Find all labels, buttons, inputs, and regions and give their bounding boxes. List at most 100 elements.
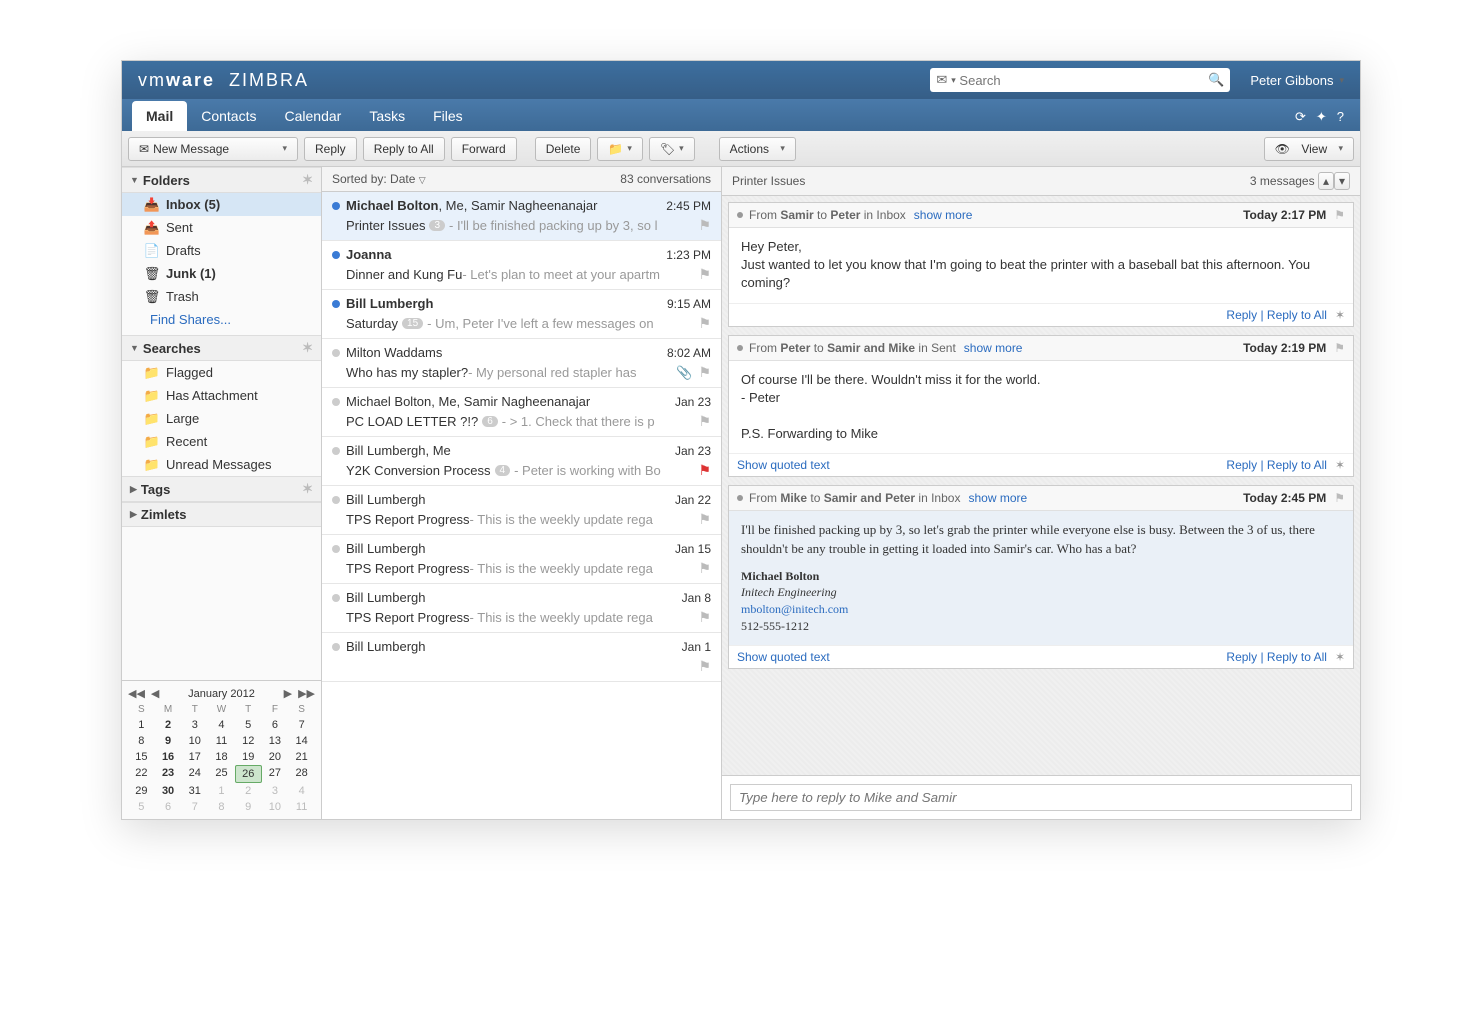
tab-contacts[interactable]: Contacts xyxy=(187,101,270,131)
saved-search-unread-messages[interactable]: 📁Unread Messages xyxy=(122,453,321,476)
flag-icon[interactable]: ⚑ xyxy=(1334,208,1345,222)
conversation-item[interactable]: Milton Waddams8:02 AMWho has my stapler?… xyxy=(322,339,721,388)
calendar-day[interactable]: 22 xyxy=(128,765,155,783)
show-quoted-link[interactable]: Show quoted text xyxy=(737,650,830,664)
calendar-day[interactable]: 17 xyxy=(181,749,208,765)
flag-icon[interactable]: ⚑ xyxy=(1334,341,1345,355)
quick-reply-input[interactable] xyxy=(730,784,1352,811)
reply-all-link[interactable]: Reply to All xyxy=(1267,650,1327,664)
user-menu[interactable]: Peter Gibbons ▾ xyxy=(1250,73,1344,88)
calendar-day[interactable]: 16 xyxy=(155,749,182,765)
calendar-day[interactable]: 7 xyxy=(181,799,208,815)
message-header[interactable]: From Peter to Samir and Mike in Sentshow… xyxy=(729,336,1353,361)
saved-search-large[interactable]: 📁Large xyxy=(122,407,321,430)
flag-icon[interactable]: ⚑ xyxy=(698,217,711,234)
tag-button[interactable]: 🏷▾ xyxy=(649,137,695,161)
flag-icon[interactable]: ⚑ xyxy=(698,315,711,332)
flag-icon[interactable]: ⚑ xyxy=(698,511,711,528)
calendar-day[interactable]: 8 xyxy=(208,799,235,815)
gear-icon[interactable]: ✶ xyxy=(302,481,313,497)
calendar-day[interactable]: 7 xyxy=(288,717,315,733)
search-input[interactable] xyxy=(959,73,1208,88)
conversation-item[interactable]: Bill LumberghJan 8TPS Report Progress - … xyxy=(322,584,721,633)
calendar-day[interactable]: 31 xyxy=(181,783,208,799)
message-header[interactable]: From Samir to Peter in Inboxshow moreTod… xyxy=(729,203,1353,228)
new-message-button[interactable]: ✉ New Message ▾ xyxy=(128,137,298,161)
calendar-day[interactable]: 9 xyxy=(235,799,262,815)
calendar-day[interactable]: 21 xyxy=(288,749,315,765)
view-button[interactable]: 👁 View ▾ xyxy=(1264,137,1354,161)
message-header[interactable]: From Mike to Samir and Peter in Inboxsho… xyxy=(729,486,1353,511)
saved-search-flagged[interactable]: 📁Flagged xyxy=(122,361,321,384)
calendar-day[interactable]: 20 xyxy=(262,749,289,765)
show-more-link[interactable]: show more xyxy=(914,208,973,222)
delete-button[interactable]: Delete xyxy=(535,137,592,161)
folders-header[interactable]: ▼ Folders ✶ xyxy=(122,167,321,193)
cal-prev-year-icon[interactable]: ◀◀ xyxy=(128,687,145,700)
calendar-day[interactable]: 14 xyxy=(288,733,315,749)
calendar-day[interactable]: 5 xyxy=(128,799,155,815)
calendar-day[interactable]: 26 xyxy=(235,765,262,783)
flag-icon[interactable]: ⚑ xyxy=(698,462,711,479)
tab-calendar[interactable]: Calendar xyxy=(270,101,355,131)
calendar-day[interactable]: 10 xyxy=(262,799,289,815)
gear-icon[interactable]: ✶ xyxy=(302,340,313,356)
calendar-day[interactable]: 5 xyxy=(235,717,262,733)
cal-next-month-icon[interactable]: ▶ xyxy=(284,687,292,700)
calendar-day[interactable]: 9 xyxy=(155,733,182,749)
conversation-item[interactable]: Michael Bolton, Me, Samir Nagheenanajar2… xyxy=(322,192,721,241)
find-shares-link[interactable]: Find Shares... xyxy=(122,308,321,335)
conversation-item[interactable]: Bill LumberghJan 15TPS Report Progress -… xyxy=(322,535,721,584)
tab-files[interactable]: Files xyxy=(419,101,477,131)
flag-icon[interactable]: ⚑ xyxy=(698,364,711,381)
reply-all-button[interactable]: Reply to All xyxy=(363,137,445,161)
flag-icon[interactable]: ⚑ xyxy=(698,609,711,626)
move-button[interactable]: 📁▾ xyxy=(597,137,642,161)
calendar-day[interactable]: 6 xyxy=(155,799,182,815)
actions-button[interactable]: Actions ▾ xyxy=(719,137,796,161)
calendar-day[interactable]: 24 xyxy=(181,765,208,783)
flag-icon[interactable]: ⚑ xyxy=(698,413,711,430)
calendar-day[interactable]: 15 xyxy=(128,749,155,765)
show-more-link[interactable]: show more xyxy=(964,341,1023,355)
conversation-item[interactable]: Bill Lumbergh9:15 AMSaturday15 - Um, Pet… xyxy=(322,290,721,339)
calendar-day[interactable]: 3 xyxy=(262,783,289,799)
refresh-icon[interactable]: ⟳ xyxy=(1295,109,1306,125)
calendar-day[interactable]: 1 xyxy=(208,783,235,799)
flag-icon[interactable]: ⚑ xyxy=(698,560,711,577)
calendar-day[interactable]: 11 xyxy=(288,799,315,815)
conversation-item[interactable]: Bill LumberghJan 22TPS Report Progress -… xyxy=(322,486,721,535)
reply-link[interactable]: Reply xyxy=(1226,650,1257,664)
folder-drafts[interactable]: 📄Drafts xyxy=(122,239,321,262)
calendar-day[interactable]: 4 xyxy=(288,783,315,799)
flag-icon[interactable]: ⚑ xyxy=(698,658,711,675)
sig-email[interactable]: mbolton@initech.com xyxy=(741,602,848,616)
calendar-day[interactable]: 4 xyxy=(208,717,235,733)
cal-prev-month-icon[interactable]: ◀ xyxy=(151,687,159,700)
sort-control[interactable]: Sorted by: Date ▽ xyxy=(332,172,426,186)
tab-tasks[interactable]: Tasks xyxy=(355,101,419,131)
saved-search-recent[interactable]: 📁Recent xyxy=(122,430,321,453)
reply-all-link[interactable]: Reply to All xyxy=(1267,458,1327,472)
zimlets-header[interactable]: ▶ Zimlets xyxy=(122,502,321,527)
calendar-day[interactable]: 3 xyxy=(181,717,208,733)
calendar-day[interactable]: 2 xyxy=(235,783,262,799)
gear-icon[interactable]: ✶ xyxy=(1335,458,1345,472)
folder-inbox[interactable]: 📥Inbox (5) xyxy=(122,193,321,216)
search-scope-chevron-icon[interactable]: ▾ xyxy=(951,75,956,86)
gear-icon[interactable]: ✶ xyxy=(1335,650,1345,664)
calendar-day[interactable]: 30 xyxy=(155,783,182,799)
tags-header[interactable]: ▶ Tags ✶ xyxy=(122,476,321,502)
calendar-day[interactable]: 6 xyxy=(262,717,289,733)
calendar-day[interactable]: 11 xyxy=(208,733,235,749)
calendar-day[interactable]: 28 xyxy=(288,765,315,783)
calendar-day[interactable]: 23 xyxy=(155,765,182,783)
reply-all-link[interactable]: Reply to All xyxy=(1267,308,1327,322)
conversation-item[interactable]: Bill Lumbergh, MeJan 23Y2K Conversion Pr… xyxy=(322,437,721,486)
gear-icon[interactable]: ✶ xyxy=(1335,308,1345,322)
calendar-day[interactable]: 8 xyxy=(128,733,155,749)
reply-link[interactable]: Reply xyxy=(1226,458,1257,472)
calendar-day[interactable]: 1 xyxy=(128,717,155,733)
help-icon[interactable]: ? xyxy=(1337,109,1344,125)
calendar-day[interactable]: 19 xyxy=(235,749,262,765)
